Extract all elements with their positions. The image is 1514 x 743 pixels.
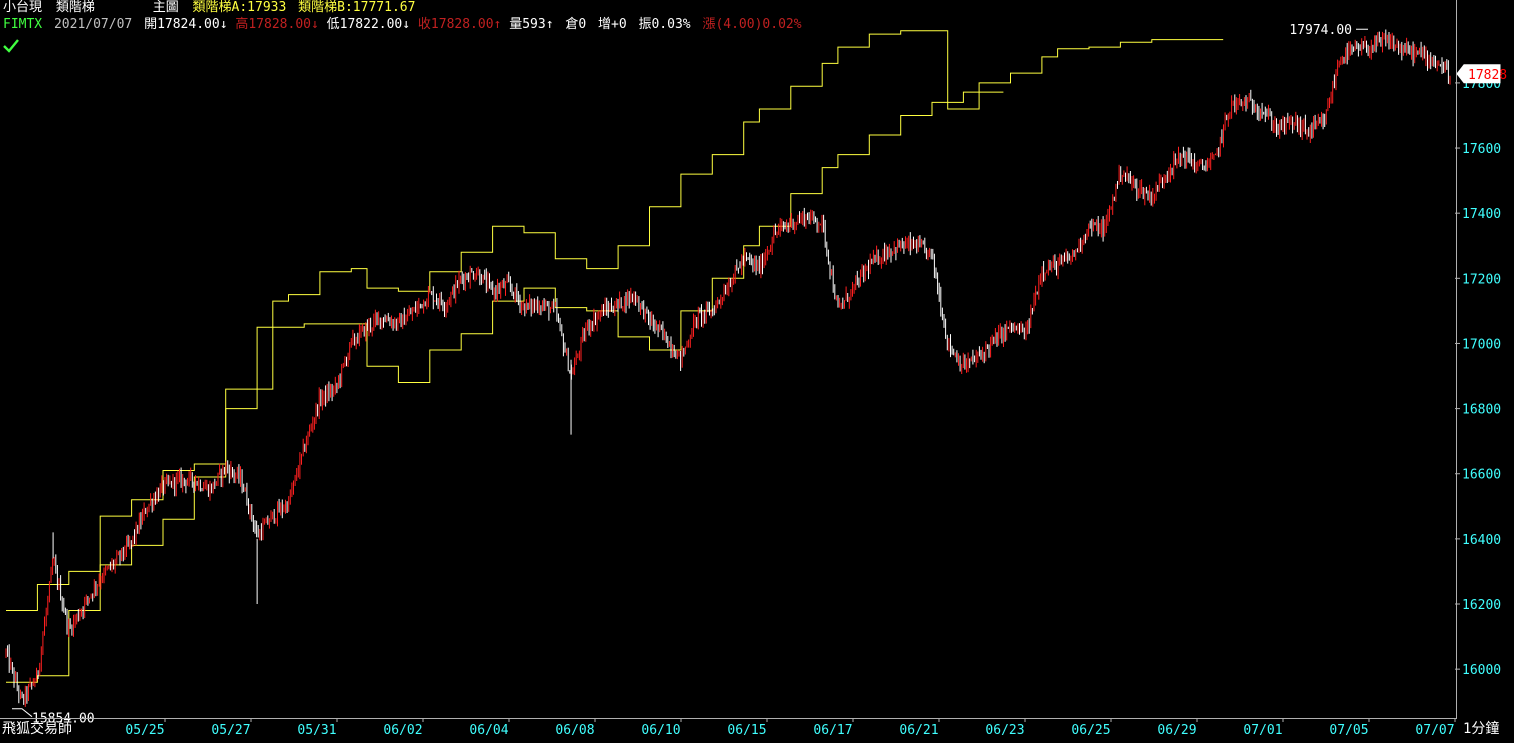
x-tick-label: 06/23 [985,723,1024,738]
indicator-name[interactable]: 類階梯 [56,0,95,15]
period-selector[interactable]: 1分鐘 [1463,720,1499,738]
low-value: 低17822.00 [326,17,403,32]
y-tick-label: 16600 [1462,468,1501,483]
x-tick-label: 06/04 [469,723,508,738]
x-tick-label: 07/01 [1243,723,1282,738]
volume-arrow-icon: ↑ [545,17,554,32]
high-arrow-icon: ↓ [310,17,319,32]
header-line-1: 小台現 類階梯 主圖 類階梯A:17933 類階梯B:17771.67 [3,0,415,16]
chart-window: 16000 16200 16400 16600 16800 17000 17200 17400… [0,0,1514,739]
y-tick-label: 16200 [1462,598,1501,613]
last-price-label: 17828 [1468,68,1507,83]
x-tick-label: 05/31 [297,723,336,738]
x-tick-label: 07/05 [1329,723,1368,738]
x-tick-label: 06/10 [641,723,680,738]
brand-label: 飛狐交易師 [2,721,72,737]
x-tick-label: 06/21 [899,723,938,738]
x-tick-label: 05/27 [211,723,250,738]
x-tick-label: 07/07 [1415,723,1454,738]
open-value: 開17824.00 [144,17,220,32]
open-arrow-icon: ↓ [219,17,228,32]
ladder-b-value: 類階梯B:17771.67 [298,0,416,15]
x-tick-label: 06/29 [1157,723,1196,738]
x-tick-label: 06/25 [1071,723,1110,738]
y-tick-label: 17600 [1462,142,1501,157]
close-arrow-icon: ↑ [493,17,502,32]
plot-border [0,0,1457,719]
y-axis: 16000 16200 16400 16600 16800 17000 17200 17400… [1455,77,1501,678]
open-interest: 倉0 [565,17,587,32]
y-tick-label: 17000 [1462,337,1501,352]
y-tick-label: 16800 [1462,403,1501,418]
x-tick-label: 05/25 [125,723,164,738]
symbol: FIMTX [3,17,43,32]
x-tick-label: 06/02 [383,723,422,738]
y-tick-label: 16400 [1462,533,1501,548]
ladder-a-value: 類階梯A:17933 [192,0,287,15]
check-icon[interactable] [2,38,20,54]
low-arrow-icon: ↓ [402,17,411,32]
open-interest-change: 增+0 [598,17,627,32]
product-name: 小台現 [3,0,43,15]
change-value: 漲(4.00)0.02% [702,17,802,32]
header-line-2: FIMTX 2021/07/07 開17824.00↓ 高17828.00↓ 低… [3,17,802,33]
volume-value: 量593 [509,17,546,32]
y-tick-label: 17200 [1462,272,1501,287]
high-value: 高17828.00 [235,17,311,32]
x-tick-label: 06/15 [727,723,766,738]
y-tick-label: 17400 [1462,207,1501,222]
close-value: 收17828.00 [417,17,494,32]
x-tick-label: 06/08 [555,723,594,738]
pane-label: 主圖 [152,0,179,15]
x-axis: 05/25 05/27 05/31 06/02 06/04 06/08 06/10 06/15… [125,718,1456,738]
y-tick-label: 16000 [1462,663,1501,678]
x-tick-label: 06/17 [813,723,852,738]
bar-date: 2021/07/07 [53,17,133,32]
amplitude-value: 振0.03% [638,17,691,32]
